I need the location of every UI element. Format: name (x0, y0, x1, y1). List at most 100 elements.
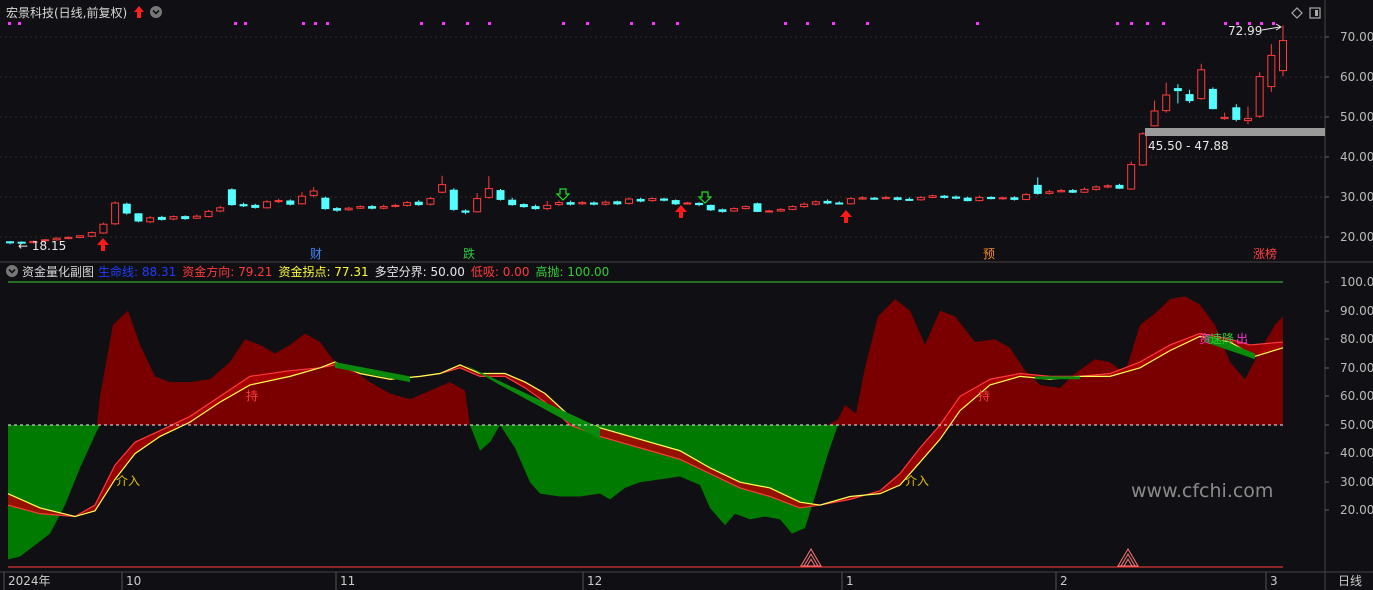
triangle-marker (1117, 548, 1139, 567)
candle-body (613, 201, 622, 205)
candle-body (823, 200, 832, 204)
y-tick-label: 40.00 (1340, 150, 1373, 164)
candle-body (356, 206, 365, 209)
y-tick-label: 30.00 (1340, 190, 1373, 204)
candle-body (227, 189, 236, 206)
candle-body (204, 210, 213, 218)
candle-body (508, 199, 517, 206)
candle-body (1068, 190, 1077, 193)
candle-body (975, 196, 984, 202)
candle-body (940, 195, 949, 198)
y-tick-label: 60.00 (1340, 70, 1373, 84)
candle-body (1127, 164, 1136, 190)
sell-arrow-icon (555, 188, 571, 201)
candle-body (239, 204, 248, 207)
y-tick-label: 30.00 (1340, 475, 1373, 489)
signal-dot (586, 22, 589, 25)
low-price-label: ← 18.15 (18, 239, 66, 253)
signal-dot (420, 22, 423, 25)
candle-body (216, 207, 225, 212)
signal-dot (1130, 22, 1133, 25)
candle-body (1033, 184, 1042, 194)
candle-body (636, 198, 645, 202)
candle-body (788, 206, 797, 210)
candle-body (344, 207, 353, 211)
candle-body (660, 198, 669, 201)
candle-body (1057, 190, 1066, 193)
signal-dot (562, 22, 565, 25)
y-tick-label: 20.00 (1340, 230, 1373, 244)
signal-annotation: 介入 (905, 474, 929, 488)
gap-label: 45.50 - 47.88 (1148, 139, 1229, 153)
candle-body (6, 241, 14, 244)
x-tick-label: 12 (587, 574, 602, 588)
candle-body (157, 216, 166, 220)
candle-body (928, 195, 937, 198)
event-label: 财 (310, 247, 322, 261)
signal-dot (1116, 22, 1119, 25)
candle-body (811, 201, 820, 205)
y-tick-label: 40.00 (1340, 446, 1373, 460)
x-tick-label: 10 (126, 574, 141, 588)
candle-body (1173, 88, 1182, 92)
buy-arrow-icon (840, 210, 852, 223)
candle-body (554, 202, 563, 206)
candle-body (543, 204, 552, 210)
y-tick-label: 70.00 (1340, 30, 1373, 44)
candle-body (589, 202, 598, 205)
candle-body (1162, 94, 1171, 112)
candle-body (1267, 54, 1276, 88)
candle-body (741, 206, 750, 210)
signal-dot (1146, 22, 1149, 25)
candle-body (1092, 186, 1101, 190)
candle-body (99, 223, 108, 234)
chart-canvas[interactable]: 70.00 60.00 50.00 40.00 30.00 20.00 100.0 90.00… (0, 0, 1373, 590)
candle-body (1045, 191, 1054, 194)
x-tick-label: 1 (846, 574, 854, 588)
signal-dot (676, 22, 679, 25)
candle-body (1080, 188, 1089, 193)
candle-body (403, 202, 412, 206)
candle-body (998, 197, 1007, 200)
period-label: 日线 (1338, 574, 1362, 588)
signal-dot (234, 22, 237, 25)
candle-body (1010, 197, 1019, 200)
candle-body (566, 202, 575, 205)
candle-body (333, 208, 342, 211)
y-tick-label: 80.00 (1340, 332, 1373, 346)
signal-dot (326, 22, 329, 25)
candle-body (987, 196, 996, 200)
candle-body (496, 190, 505, 200)
signal-dot (832, 22, 835, 25)
candle-body (379, 206, 388, 209)
candle-body (146, 217, 155, 223)
candle-body (1232, 107, 1241, 120)
candle-body (321, 197, 330, 210)
candle-body (122, 203, 131, 214)
signal-dot (1272, 22, 1275, 25)
signal-dot (866, 22, 869, 25)
signal-annotation: 速降 (1210, 332, 1234, 346)
y-tick-label: 60.00 (1340, 389, 1373, 403)
candle-body (473, 198, 482, 213)
signal-dot (976, 22, 979, 25)
candle-body (274, 200, 283, 203)
candle-body (578, 202, 587, 205)
y-tick-label: 20.00 (1340, 503, 1373, 517)
candle-body (1255, 76, 1264, 117)
candle-body (519, 204, 528, 208)
candle-body (695, 202, 704, 206)
triangle-marker (806, 558, 816, 567)
triangle-marker (1123, 558, 1133, 567)
direction-ribbon-green (1035, 376, 1080, 380)
candle-body (1115, 184, 1124, 189)
candle-body (893, 197, 902, 200)
buy-arrow-icon (675, 205, 687, 218)
candle-body (963, 197, 972, 202)
candle-body (484, 188, 493, 198)
gap-band (1145, 128, 1325, 136)
candle-body (683, 202, 692, 205)
candle-body (881, 196, 890, 200)
candle-body (648, 198, 657, 202)
x-tick-label: 3 (1270, 574, 1278, 588)
